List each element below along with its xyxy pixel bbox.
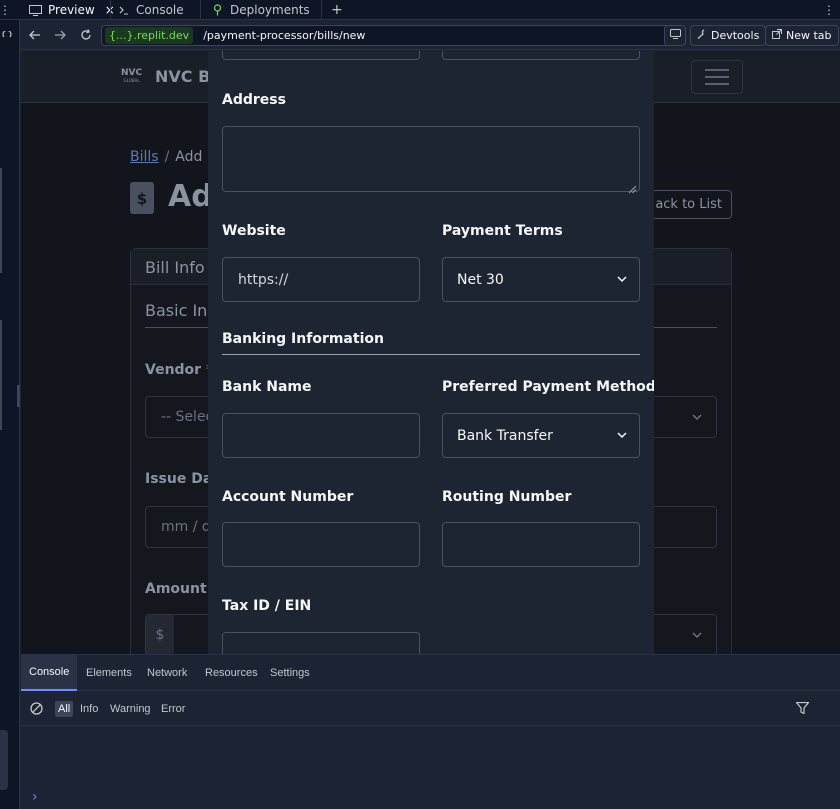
forward-arrow-icon[interactable] (48, 23, 72, 47)
tab-deployments[interactable]: Deployments (210, 0, 310, 20)
vendor-label: Vendor * (145, 362, 213, 378)
bank-name-input[interactable] (222, 413, 420, 458)
tab-divider (110, 0, 111, 20)
filter-funnel-icon[interactable] (795, 701, 810, 717)
banking-section-title: Banking Information (222, 331, 384, 347)
payment-terms-value: Net 30 (457, 271, 504, 288)
hamburger-icon (705, 69, 729, 71)
screen-icon (669, 29, 681, 42)
devtools-label: Devtools (711, 29, 760, 42)
devtools-tab-console[interactable]: Console (21, 655, 78, 691)
new-tab-label: New tab (786, 29, 832, 42)
brand-logo: NVC GLOBAL (121, 68, 143, 84)
chevron-down-icon (617, 272, 627, 283)
breadcrumb-separator: / (164, 149, 170, 165)
more-options-icon[interactable]: ⋮ (823, 0, 835, 20)
payment-terms-label: Payment Terms (442, 223, 563, 239)
back-arrow-icon[interactable] (23, 23, 47, 47)
devtools-tab-resources[interactable]: Resources (205, 655, 258, 691)
website-label: Website (222, 223, 286, 239)
card-title: Bill Info (145, 258, 205, 277)
new-tab-button[interactable]: New tab (765, 25, 839, 46)
hamburger-icon (705, 76, 729, 78)
address-bar: {...}.replit.dev /payment-processor/bill… (21, 20, 840, 50)
bank-name-label: Bank Name (222, 379, 312, 395)
payment-method-select[interactable]: Bank Transfer (442, 413, 640, 458)
filter-info[interactable]: Info (77, 701, 101, 717)
tab-divider (200, 0, 201, 20)
previous-field-input[interactable] (442, 51, 640, 60)
filter-all[interactable]: All (55, 701, 74, 717)
device-view-button[interactable] (664, 25, 686, 46)
breadcrumb-bills-link[interactable]: Bills (130, 149, 159, 165)
issue-date-placeholder: mm / d (161, 519, 211, 535)
address-label: Address (222, 92, 286, 108)
tax-id-label: Tax ID / EIN (222, 598, 312, 614)
payment-method-label: Preferred Payment Method (442, 379, 654, 395)
devtools-button[interactable]: Devtools (690, 25, 767, 46)
rail-marker (0, 320, 2, 430)
account-number-label: Account Number (222, 489, 354, 505)
devtools-panel: Console Elements Network Resources Setti… (21, 654, 840, 809)
account-number-input[interactable] (222, 522, 420, 567)
bill-file-icon (130, 182, 154, 214)
currency-addon: $ (146, 615, 174, 654)
vendor-modal: Address Website https:// Payment Terms N… (208, 51, 654, 654)
routing-number-label: Routing Number (442, 489, 572, 505)
tab-label: Console (136, 3, 184, 17)
url-path: /payment-processor/bills/new (203, 29, 366, 42)
website-input[interactable]: https:// (222, 257, 420, 302)
section-divider (222, 354, 640, 355)
filter-warning[interactable]: Warning (107, 701, 154, 717)
routing-number-input[interactable] (442, 522, 640, 567)
tab-preview[interactable]: Preview × (28, 0, 115, 20)
filter-error[interactable]: Error (158, 701, 188, 717)
more-options-icon[interactable]: ⋮ (0, 0, 11, 20)
tab-console[interactable]: Console (118, 0, 184, 20)
chevron-down-icon (617, 428, 627, 439)
console-filter-bar: All Info Warning Error (21, 692, 840, 726)
devtools-tab-settings[interactable]: Settings (270, 655, 310, 691)
clear-console-icon[interactable] (30, 702, 43, 718)
tab-divider (321, 0, 322, 20)
left-panel-handle[interactable] (0, 730, 8, 790)
reload-icon[interactable] (74, 23, 98, 47)
sync-icon[interactable] (2, 26, 12, 38)
page-title: Ad (168, 179, 213, 214)
website-value: https:// (238, 271, 289, 288)
devtools-tab-elements[interactable]: Elements (86, 655, 132, 691)
hamburger-icon (705, 83, 729, 85)
breadcrumb-current: Add (175, 149, 203, 165)
chevron-down-icon (692, 411, 702, 424)
menu-toggle-button[interactable] (691, 60, 743, 94)
add-tab-button[interactable]: + (331, 0, 343, 20)
deploy-icon (210, 4, 224, 16)
wrench-icon (697, 29, 707, 42)
payment-terms-select[interactable]: Net 30 (442, 257, 640, 302)
terminal-icon (118, 4, 130, 16)
url-input[interactable]: {...}.replit.dev /payment-processor/bill… (101, 25, 681, 46)
payment-method-value: Bank Transfer (457, 427, 553, 444)
section-title: Basic In (145, 301, 208, 320)
left-rail (0, 20, 20, 809)
previous-field-input[interactable] (222, 51, 420, 60)
chevron-down-icon (692, 629, 702, 642)
devtools-tab-network[interactable]: Network (147, 655, 187, 691)
tab-label: Deployments (230, 3, 310, 17)
console-prompt-icon[interactable]: › (32, 789, 38, 805)
tax-id-input[interactable] (222, 632, 420, 654)
rail-marker (0, 168, 2, 273)
monitor-icon (28, 4, 42, 16)
workspace-tabbar: Preview × Console Deployments + ⋮ ⋮ (0, 0, 840, 20)
console-output[interactable]: › (21, 726, 840, 809)
tab-label: Preview (48, 3, 95, 17)
vendor-select-value: -- Selec (161, 409, 214, 425)
external-link-icon (772, 29, 782, 42)
address-textarea[interactable] (222, 126, 640, 194)
url-host: {...}.replit.dev (105, 27, 194, 44)
breadcrumb: Bills / Add (130, 149, 202, 165)
resize-handle[interactable] (17, 385, 20, 407)
resize-grip-icon[interactable] (627, 179, 637, 194)
devtools-tabs: Console Elements Network Resources Setti… (21, 655, 840, 691)
